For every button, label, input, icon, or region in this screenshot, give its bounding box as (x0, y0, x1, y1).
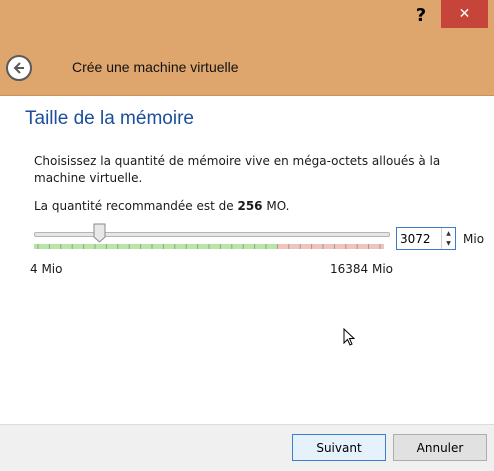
memory-slider-track[interactable] (34, 232, 390, 237)
memory-slider-handle[interactable] (93, 223, 106, 243)
recommend-suffix: MO. (262, 199, 290, 213)
help-button[interactable]: ? (404, 2, 438, 28)
page-description: Choisissez la quantité de mémoire vive e… (34, 154, 441, 185)
memory-range-bar (34, 244, 384, 249)
mouse-cursor-icon (343, 328, 355, 346)
spin-down-icon[interactable]: ▼ (442, 239, 455, 250)
cancel-button[interactable]: Annuler (393, 434, 487, 461)
recommend-value: 256 (237, 199, 263, 213)
slider-ticks (37, 244, 381, 249)
wizard-title: Crée une machine virtuelle (72, 59, 239, 75)
back-button[interactable] (6, 55, 32, 81)
recommend-prefix: La quantité recommandée est de (34, 199, 238, 213)
recommended-memory-text: La quantité recommandée est de 256 MO. (34, 199, 290, 213)
next-button[interactable]: Suivant (292, 434, 386, 461)
memory-unit-label: Mio (463, 232, 485, 246)
memory-min-label: 4 Mio (30, 262, 63, 276)
close-icon: ✕ (458, 6, 471, 22)
close-button[interactable]: ✕ (441, 0, 488, 28)
spin-up-icon[interactable]: ▲ (442, 228, 455, 239)
memory-max-label: 16384 Mio (330, 262, 394, 276)
memory-size-input[interactable] (397, 228, 441, 249)
back-arrow-icon (13, 62, 24, 74)
spin-arrows: ▲ ▼ (441, 228, 455, 249)
memory-size-spinbox[interactable]: ▲ ▼ (396, 227, 456, 250)
page-title: Taille de la mémoire (25, 108, 194, 129)
